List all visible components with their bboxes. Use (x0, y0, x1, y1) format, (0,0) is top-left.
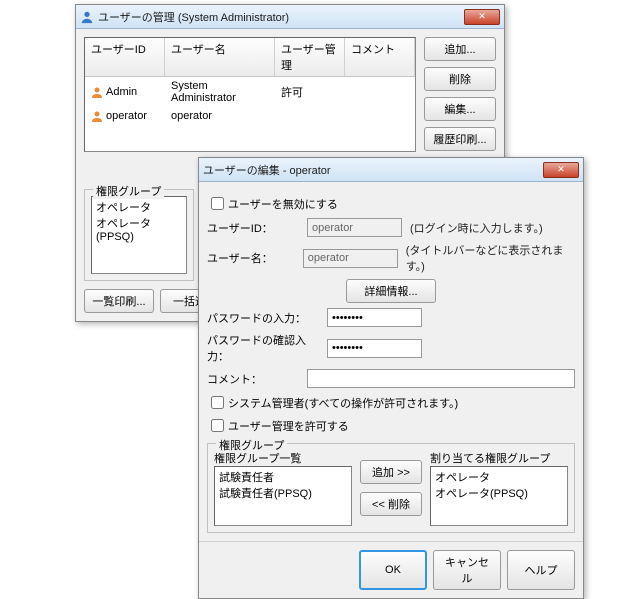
col-mgmt[interactable]: ユーザー管理 (275, 38, 345, 76)
disable-user-checkbox-row: ユーザーを無効にする (207, 194, 575, 213)
transfer-buttons: 追加 >> << 削除 (360, 450, 422, 526)
dialog-footer: OK キャンセル ヘルプ (199, 541, 583, 598)
titlebar[interactable]: ユーザーの管理 (System Administrator) ✕ (76, 5, 504, 29)
username-hint: (タイトルバーなどに表示されます。) (406, 242, 575, 274)
list-item[interactable]: オペレータ (96, 199, 182, 215)
list-item[interactable]: オペレータ (435, 469, 563, 485)
content: ユーザーを無効にする ユーザーID： (ログイン時に入力します。) ユーザー名：… (199, 182, 583, 541)
assigned-title: 割り当てる権限グループ (430, 450, 568, 466)
user-icon (91, 110, 103, 122)
history-print-button[interactable]: 履歴印刷... (424, 127, 496, 151)
groupbox-title: 権限グループ (216, 437, 287, 453)
comment-input[interactable] (307, 369, 575, 388)
available-col: 権限グループ一覧 試験責任者 試験責任者(PPSQ) (214, 450, 352, 526)
list-item[interactable]: オペレータ(PPSQ) (435, 485, 563, 501)
password-row: パスワードの入力： (207, 308, 575, 327)
checkbox-label: システム管理者(すべての操作が許可されます。) (228, 395, 458, 411)
password-input[interactable] (327, 308, 422, 327)
permission-group-list[interactable]: オペレータ オペレータ(PPSQ) (91, 196, 187, 274)
usermgmt-checkbox-row: ユーザー管理を許可する (207, 416, 575, 435)
username-row: ユーザー名： (タイトルバーなどに表示されます。) (207, 242, 575, 274)
username-input[interactable] (303, 249, 398, 268)
titlebar[interactable]: ユーザーの編集 - operator ✕ (199, 158, 583, 182)
checkbox-label: ユーザーを無効にする (228, 196, 338, 212)
cell-comment (345, 79, 415, 105)
col-comment[interactable]: コメント (345, 38, 415, 76)
close-button[interactable]: ✕ (543, 162, 579, 178)
cell-username: System Administrator (165, 79, 275, 105)
groupbox-title: 権限グループ (93, 183, 164, 199)
usermgmt-checkbox[interactable] (211, 419, 224, 432)
cell-userid: operator (106, 110, 147, 122)
add-button[interactable]: 追加... (424, 37, 496, 61)
col-username[interactable]: ユーザー名 (165, 38, 275, 76)
password-confirm-label: パスワードの確認入力： (207, 332, 327, 364)
edit-user-window: ユーザーの編集 - operator ✕ ユーザーを無効にする ユーザーID： … (198, 157, 584, 599)
permission-groupbox: 権限グループ 権限グループ一覧 試験責任者 試験責任者(PPSQ) 追加 >> … (207, 443, 575, 533)
delete-button[interactable]: 削除 (424, 67, 496, 91)
cell-comment (345, 109, 415, 123)
userid-hint: (ログイン時に入力します。) (410, 220, 543, 236)
disable-user-checkbox[interactable] (211, 197, 224, 210)
list-row[interactable]: Admin System Administrator 許可 (85, 77, 415, 107)
password-confirm-row: パスワードの確認入力： (207, 332, 575, 364)
transfer-add-button[interactable]: 追加 >> (360, 460, 422, 484)
list-item[interactable]: オペレータ(PPSQ) (96, 215, 182, 243)
ok-button[interactable]: OK (359, 550, 427, 590)
list-header: ユーザーID ユーザー名 ユーザー管理 コメント (85, 38, 415, 77)
cell-username: operator (165, 109, 275, 123)
transfer: 権限グループ一覧 試験責任者 試験責任者(PPSQ) 追加 >> << 削除 割… (214, 450, 568, 526)
sysadmin-checkbox[interactable] (211, 396, 224, 409)
edit-button[interactable]: 編集... (424, 97, 496, 121)
comment-label: コメント： (207, 371, 307, 387)
userid-label: ユーザーID： (207, 220, 307, 236)
user-list[interactable]: ユーザーID ユーザー名 ユーザー管理 コメント Admin System Ad… (84, 37, 416, 152)
list-item[interactable]: 試験責任者(PPSQ) (219, 485, 347, 501)
assigned-col: 割り当てる権限グループ オペレータ オペレータ(PPSQ) (430, 450, 568, 526)
userid-row: ユーザーID： (ログイン時に入力します。) (207, 218, 575, 237)
window-title: ユーザーの編集 - operator (203, 162, 543, 178)
assigned-list[interactable]: オペレータ オペレータ(PPSQ) (430, 466, 568, 526)
password-label: パスワードの入力： (207, 310, 327, 326)
print-list-button[interactable]: 一覧印刷... (84, 289, 154, 313)
cancel-button[interactable]: キャンセル (433, 550, 501, 590)
detail-button[interactable]: 詳細情報... (346, 279, 436, 303)
close-button[interactable]: ✕ (464, 9, 500, 25)
checkbox-label: ユーザー管理を許可する (228, 418, 349, 434)
window-title: ユーザーの管理 (System Administrator) (98, 9, 464, 25)
userid-input[interactable] (307, 218, 402, 237)
transfer-remove-button[interactable]: << 削除 (360, 492, 422, 516)
password-confirm-input[interactable] (327, 339, 422, 358)
cell-userid: Admin (106, 86, 137, 98)
cell-mgmt: 許可 (275, 79, 345, 105)
cell-mgmt (275, 109, 345, 123)
sysadmin-checkbox-row: システム管理者(すべての操作が許可されます。) (207, 393, 575, 412)
available-list[interactable]: 試験責任者 試験責任者(PPSQ) (214, 466, 352, 526)
help-button[interactable]: ヘルプ (507, 550, 575, 590)
comment-row: コメント： (207, 369, 575, 388)
user-icon (80, 10, 94, 24)
user-icon (91, 86, 103, 98)
list-row[interactable]: operator operator (85, 107, 415, 125)
username-label: ユーザー名： (207, 250, 303, 266)
permission-groupbox: 権限グループ オペレータ オペレータ(PPSQ) (84, 189, 194, 281)
col-userid[interactable]: ユーザーID (85, 38, 165, 76)
list-item[interactable]: 試験責任者 (219, 469, 347, 485)
